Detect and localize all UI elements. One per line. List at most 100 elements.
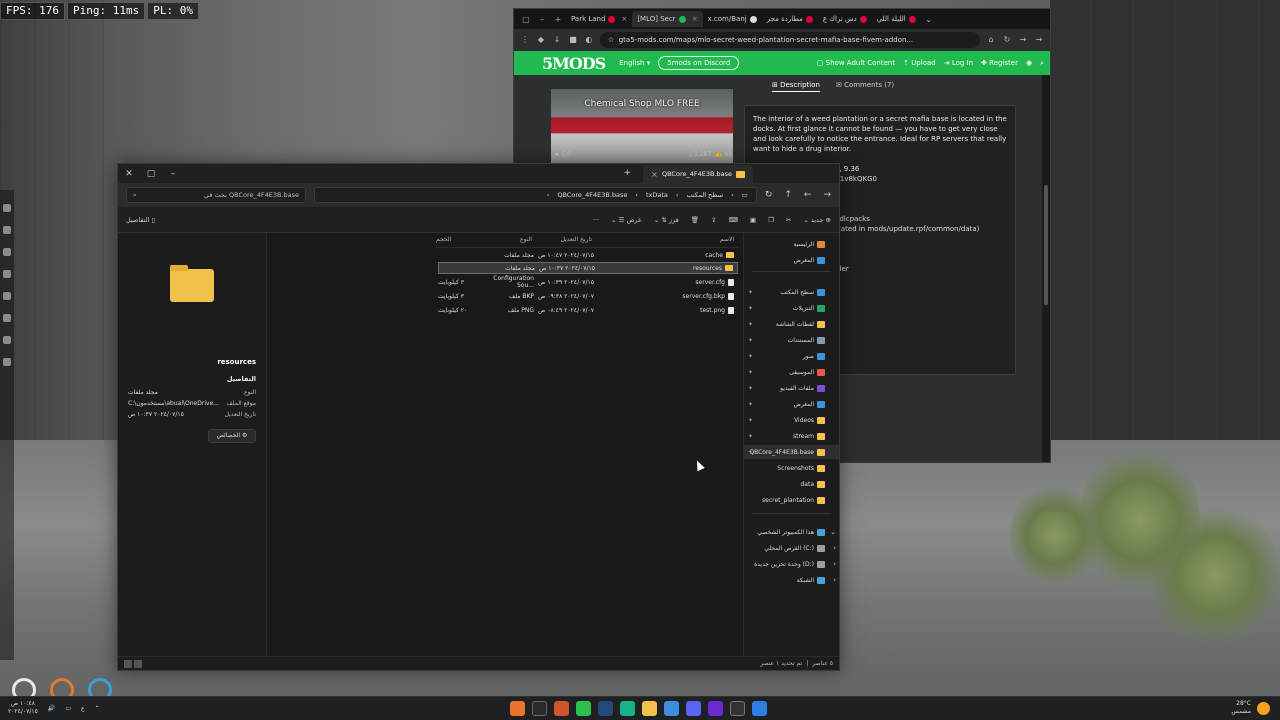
nav-item[interactable]: ✦ سطح المكتب (744, 285, 839, 299)
browser-tab[interactable]: Park Land × (566, 11, 632, 27)
browser-tab[interactable]: مطاردة مجر (762, 11, 818, 27)
nav-item[interactable]: ✦ Videos (744, 413, 839, 427)
properties-button[interactable]: الخصائص ⚙ (208, 429, 256, 443)
dock-icon[interactable] (3, 292, 11, 300)
discord-icon[interactable] (686, 701, 701, 716)
tab-list-icon[interactable]: ⌄ (921, 15, 937, 24)
nav-item[interactable]: ✦ المعرض (744, 397, 839, 411)
pin-icon[interactable]: ✦ (748, 337, 753, 344)
table-row[interactable]: ٣ كيلوبايت Configuration Sou... ٢٠٢٤/٠٧/… (438, 275, 738, 289)
volume-icon[interactable]: 🔊 (48, 705, 55, 712)
nav-item[interactable]: ✦ لقطات الشاشة (744, 317, 839, 331)
details-view-icon[interactable] (124, 659, 132, 668)
dock-icon[interactable] (3, 358, 11, 366)
steam-icon[interactable] (598, 701, 613, 716)
address-bar[interactable]: ☆ gta5-mods.com/maps/mlo-secret-weed-pla… (600, 32, 980, 48)
refresh-icon[interactable]: ↻ (765, 190, 773, 200)
discord-button[interactable]: 5mods on Discord (658, 56, 740, 70)
close-window-icon[interactable]: ✕ (118, 169, 140, 179)
menu-icon[interactable]: ⋮ (520, 35, 530, 45)
adult-content-toggle[interactable]: ▢ Show Adult Content (817, 59, 895, 67)
pin-icon[interactable]: ✦ (748, 305, 753, 312)
pin-icon[interactable]: ✦ (748, 433, 753, 440)
breadcrumb[interactable]: ‹ QBCore_4F4E3B.base ‹ txData ‹ سطح المك… (314, 187, 757, 203)
language-select[interactable]: English ▾ (619, 59, 650, 67)
browser-tab-active[interactable]: [MLO] Secr × (632, 11, 703, 27)
dock-icon[interactable] (3, 314, 11, 322)
table-row[interactable]: ٣ كيلوبايت ملف BKP ٢٠٢٤/٠٧/٠٧ ٠٩:٣٨ ص se… (438, 290, 738, 302)
table-row[interactable]: ٢٠ كيلوبايت ملف PNG ٢٠٢٤/٠٧/٠٧ ٠٨:٤٩ ص t… (438, 304, 738, 316)
dock-icon[interactable] (3, 248, 11, 256)
pin-icon[interactable]: ✦ (748, 369, 753, 376)
column-name[interactable]: الاسم (592, 236, 738, 247)
dock-icon[interactable] (3, 204, 11, 212)
extension-icon[interactable]: ◆ (536, 35, 546, 45)
search-icon[interactable] (730, 701, 745, 716)
register-link[interactable]: ✚ Register (981, 59, 1018, 67)
explorer-tab[interactable]: × QBCore_4F4E3B.base (643, 165, 753, 183)
chevron-icon[interactable]: › (833, 544, 836, 552)
forward-icon[interactable]: → (1018, 35, 1028, 45)
pin-icon[interactable]: ✦ (748, 289, 753, 296)
nav-item[interactable]: المعرض (744, 253, 839, 267)
new-tab-icon[interactable]: + (550, 15, 566, 24)
nav-item[interactable]: ✦ ملفات الفيديو (744, 381, 839, 395)
pin-icon[interactable]: ✦ (748, 417, 753, 424)
close-tab-icon[interactable]: × (621, 15, 627, 23)
nav-item[interactable]: الرئيسية (744, 237, 839, 251)
nav-item[interactable]: data (744, 477, 839, 491)
more-options-icon[interactable]: ··· (593, 216, 599, 224)
breadcrumb-item[interactable]: txData (646, 191, 668, 199)
network-icon[interactable]: ▭ (65, 705, 71, 712)
pin-icon[interactable]: ✦ (748, 321, 753, 328)
paste-icon[interactable]: ▣ (750, 216, 756, 224)
minimize-icon[interactable]: – (534, 15, 550, 24)
clock[interactable]: ١٠:٤٨ ص ٢٠٢٤/٠٧/١٥ (8, 700, 38, 716)
sort-button[interactable]: ⌄ ⇅ فرز (654, 216, 679, 224)
nav-item[interactable]: هذا الكمبيوتر الشخصي ⌄ (744, 525, 839, 539)
tab-comments[interactable]: ✉ Comments (7) (836, 81, 894, 92)
nav-item[interactable]: القرص المحلي (C:) › (744, 541, 839, 555)
nav-item[interactable]: وحدة تخزين جديدة (D:) › (744, 557, 839, 571)
notification-icon[interactable]: ◉ (1026, 59, 1032, 67)
nav-item[interactable]: ✦ التنزيلات (744, 301, 839, 315)
app-icon[interactable] (620, 701, 635, 716)
minimize-icon[interactable]: – (162, 169, 184, 179)
nav-item[interactable]: Screenshots (744, 461, 839, 475)
chevron-icon[interactable]: › (833, 560, 836, 568)
browser-tab[interactable]: x.com/Banj (703, 11, 762, 27)
breadcrumb-item[interactable]: سطح المكتب (687, 191, 724, 199)
delete-icon[interactable]: 🗑 (691, 216, 699, 224)
browser-tab[interactable]: الليلة اللي (872, 11, 921, 27)
app-icon[interactable] (708, 701, 723, 716)
pin-icon[interactable]: ✦ (748, 385, 753, 392)
rename-icon[interactable]: ⌨ (728, 216, 737, 224)
app-icon[interactable] (554, 701, 569, 716)
app-icon[interactable] (510, 701, 525, 716)
pin-icon[interactable]: ✦ (748, 401, 753, 408)
up-icon[interactable]: ↑ (784, 190, 792, 200)
nav-item[interactable]: ✦ stream (744, 429, 839, 443)
star-icon[interactable]: ☆ (608, 36, 619, 44)
breadcrumb-item[interactable]: QBCore_4F4E3B.base (557, 191, 627, 199)
column-date[interactable]: تاريخ التعديل (532, 236, 592, 247)
back-icon[interactable]: → (1034, 35, 1044, 45)
download-icon[interactable]: ↓ (552, 35, 562, 45)
new-button[interactable]: ⌄ جديد ⊕ (803, 216, 831, 224)
site-logo[interactable]: 5MODS (542, 54, 606, 73)
home-icon[interactable]: ⌂ (986, 35, 996, 45)
file-explorer-icon[interactable] (642, 701, 657, 716)
nav-item[interactable]: الشبكة › (744, 573, 839, 587)
upload-link[interactable]: ⇡ Upload (903, 59, 936, 67)
play-icon[interactable] (576, 701, 591, 716)
search-input[interactable]: ⌕ بحث في QBCore_4F4E3B.base (126, 187, 306, 203)
search-icon[interactable]: ⌕ (1040, 59, 1044, 68)
pin-icon[interactable]: ✦ (748, 449, 753, 456)
dock-icon[interactable] (3, 336, 11, 344)
chrome-icon[interactable] (664, 701, 679, 716)
view-button[interactable]: ⌄ ☰ عرض (611, 216, 642, 224)
start-icon[interactable] (752, 701, 767, 716)
nav-item[interactable]: ✦ QBCore_4F4E3B.base (744, 445, 839, 459)
close-tab-icon[interactable]: × (692, 15, 698, 23)
browser-tab[interactable]: دس تراك ع (818, 11, 872, 27)
